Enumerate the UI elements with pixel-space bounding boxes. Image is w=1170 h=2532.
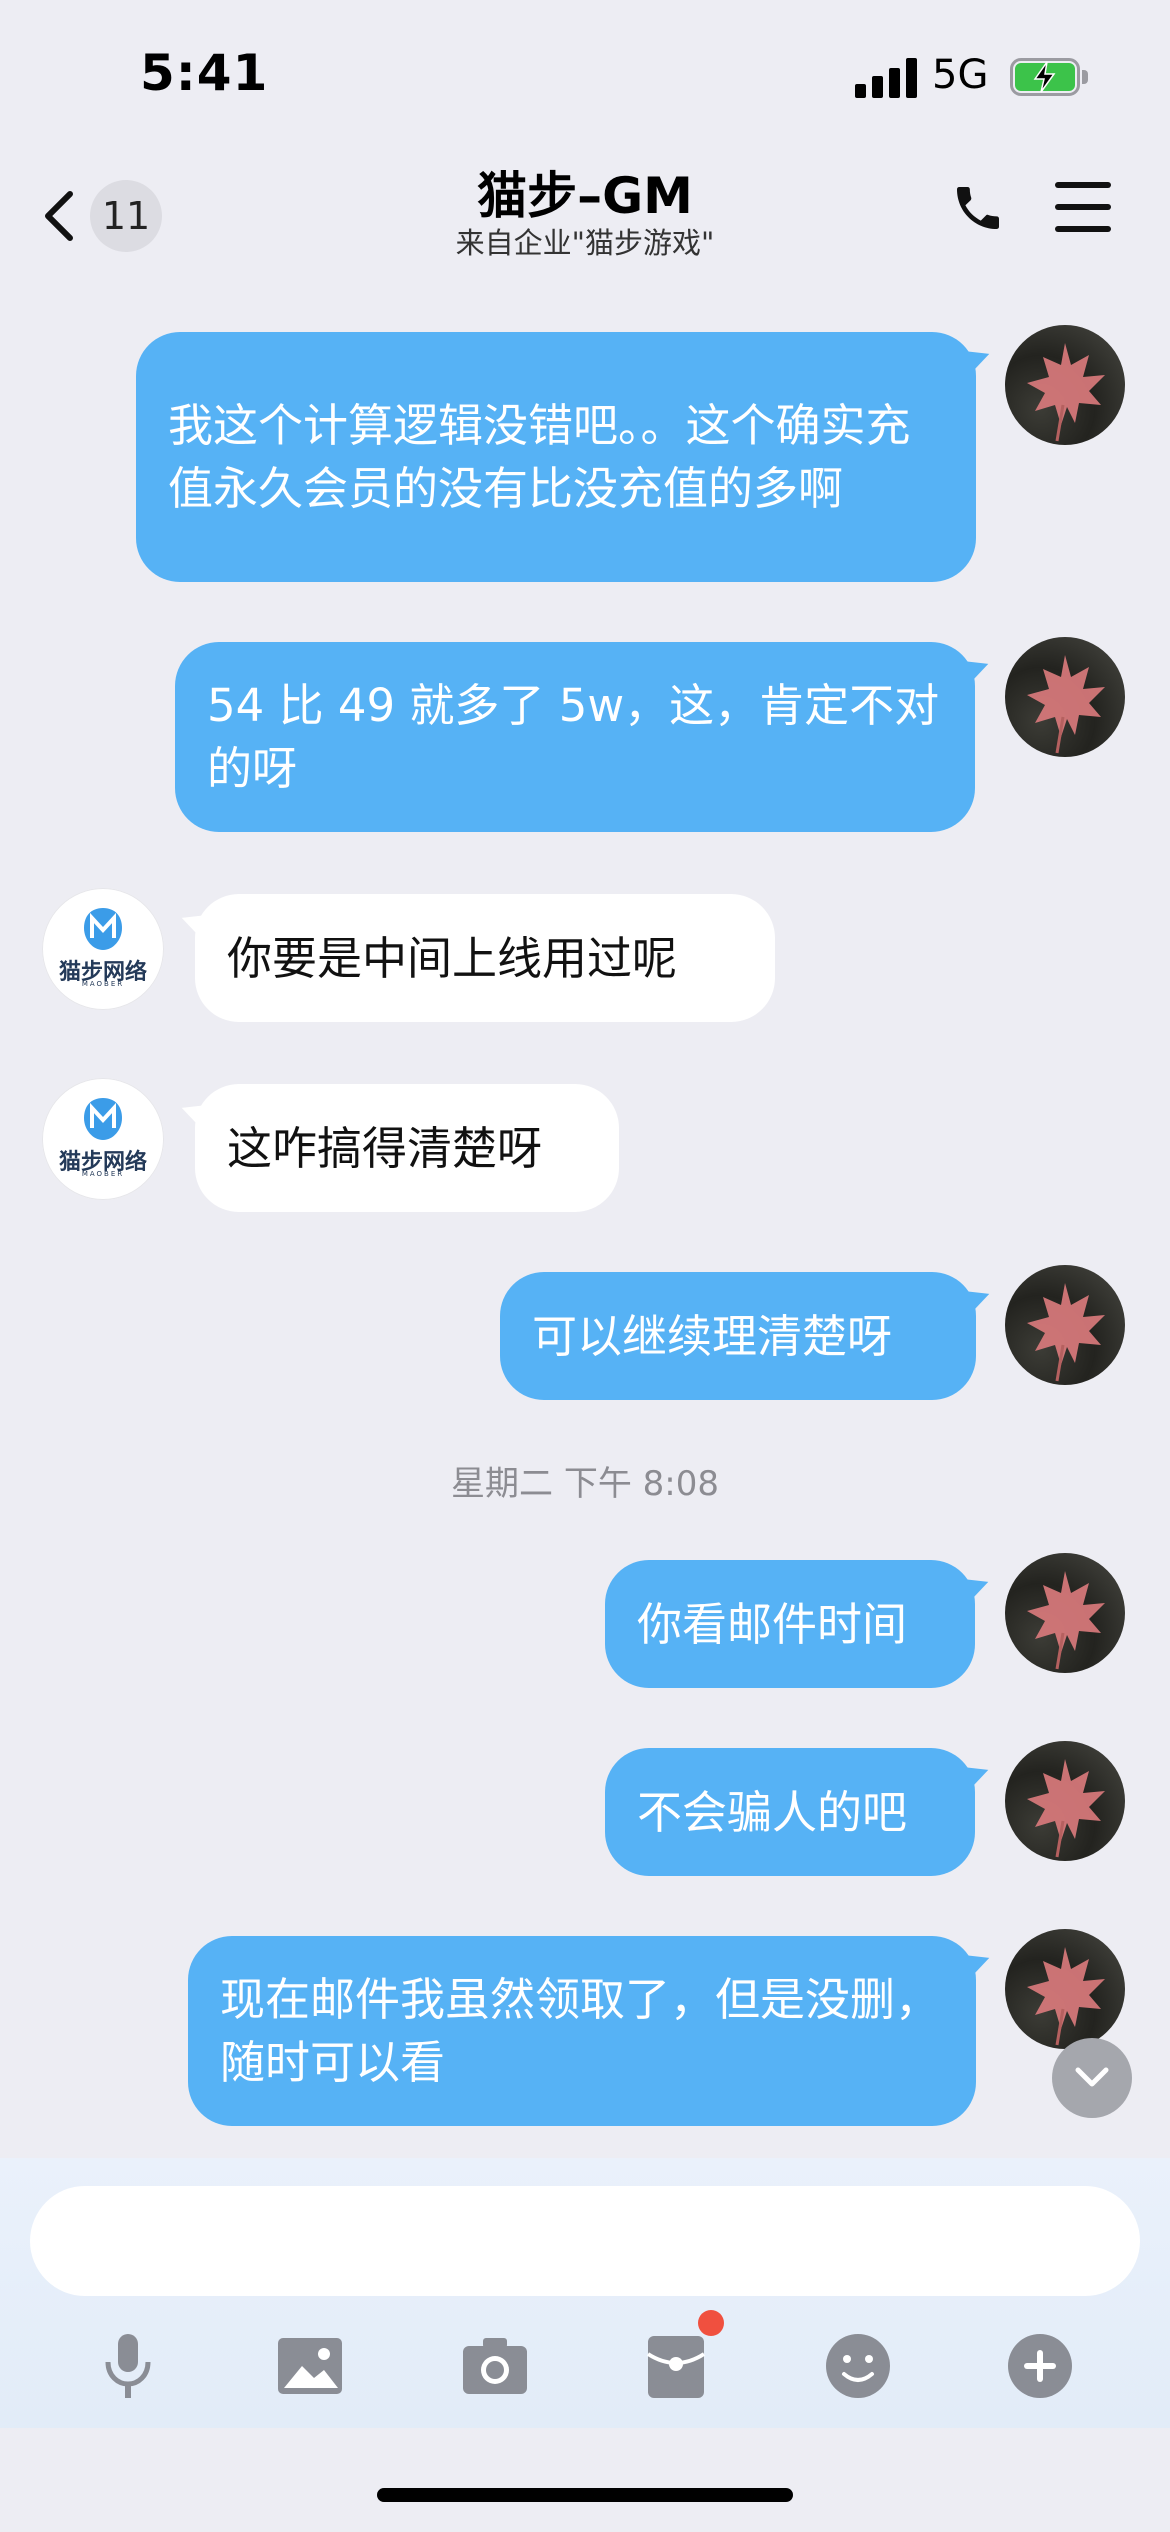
- home-indicator[interactable]: [377, 2488, 793, 2502]
- plus-icon[interactable]: [1000, 2326, 1080, 2406]
- message-input[interactable]: [30, 2186, 1140, 2296]
- message-text: 不会骗人的吧: [637, 1785, 908, 1839]
- camera-icon[interactable]: [455, 2326, 535, 2406]
- chat-header: 11 猫步–GM 来自企业"猫步游戏": [0, 150, 1170, 270]
- network-type: 5G: [932, 52, 989, 98]
- message-text: 54 比 49 就多了 5w，这，肯定不对的呀: [207, 679, 940, 795]
- my-avatar[interactable]: [1005, 1741, 1125, 1861]
- logo-subtext: MAOBER: [81, 980, 125, 988]
- message-bubble-outgoing[interactable]: 你看邮件时间: [605, 1560, 975, 1688]
- signal-icon: [855, 58, 917, 98]
- message-bubble-incoming[interactable]: 这咋搞得清楚呀: [195, 1084, 619, 1212]
- my-avatar[interactable]: [1005, 1265, 1125, 1385]
- microphone-icon[interactable]: [88, 2326, 168, 2406]
- message-text: 你要是中间上线用过呢: [227, 931, 678, 985]
- message-bubble-incoming[interactable]: 你要是中间上线用过呢: [195, 894, 775, 1022]
- status-time: 5:41: [140, 44, 269, 102]
- red-packet-icon[interactable]: [636, 2326, 716, 2406]
- emoji-icon[interactable]: [818, 2326, 898, 2406]
- message-bubble-outgoing[interactable]: 可以继续理清楚呀: [500, 1272, 976, 1400]
- message-text: 现在邮件我虽然领取了，但是没删，随时可以看: [220, 1973, 941, 2089]
- message-bubble-outgoing[interactable]: 现在邮件我虽然领取了，但是没删，随时可以看: [188, 1936, 976, 2126]
- message-text: 可以继续理清楚呀: [532, 1309, 893, 1363]
- logo-subtext: MAOBER: [81, 1170, 125, 1178]
- message-text: 你看邮件时间: [637, 1597, 908, 1651]
- menu-icon[interactable]: [1055, 182, 1111, 232]
- status-bar: 5:41 5G: [0, 0, 1170, 150]
- my-avatar[interactable]: [1005, 325, 1125, 445]
- chevron-down-icon: [1075, 2067, 1109, 2087]
- scroll-to-bottom-button[interactable]: [1052, 2038, 1132, 2118]
- message-bubble-outgoing[interactable]: 54 比 49 就多了 5w，这，肯定不对的呀: [175, 642, 975, 832]
- message-list[interactable]: 我这个计算逻辑没错吧。。这个确实充值永久会员的没有比没充值的多啊 54 比 49…: [0, 270, 1170, 2150]
- maober-logo-icon: [84, 908, 122, 950]
- phone-icon[interactable]: [950, 180, 1006, 236]
- message-text: 我这个计算逻辑没错吧。。这个确实充值永久会员的没有比没充值的多啊: [168, 399, 911, 515]
- notification-dot: [698, 2310, 724, 2336]
- message-text: 这咋搞得清楚呀: [227, 1121, 543, 1175]
- maober-logo-icon: [84, 1098, 122, 1140]
- my-avatar[interactable]: [1005, 1929, 1125, 2049]
- contact-avatar[interactable]: 猫步网络 MAOBER: [42, 888, 164, 1010]
- battery-icon: [1010, 58, 1090, 98]
- message-bubble-outgoing[interactable]: 我这个计算逻辑没错吧。。这个确实充值永久会员的没有比没充值的多啊: [136, 332, 976, 582]
- my-avatar[interactable]: [1005, 1553, 1125, 1673]
- message-bubble-outgoing[interactable]: 不会骗人的吧: [605, 1748, 975, 1876]
- image-icon[interactable]: [270, 2326, 350, 2406]
- my-avatar[interactable]: [1005, 637, 1125, 757]
- contact-avatar[interactable]: 猫步网络 MAOBER: [42, 1078, 164, 1200]
- composer: [0, 2158, 1170, 2428]
- message-timestamp: 星期二 下午 8:08: [451, 1464, 719, 1504]
